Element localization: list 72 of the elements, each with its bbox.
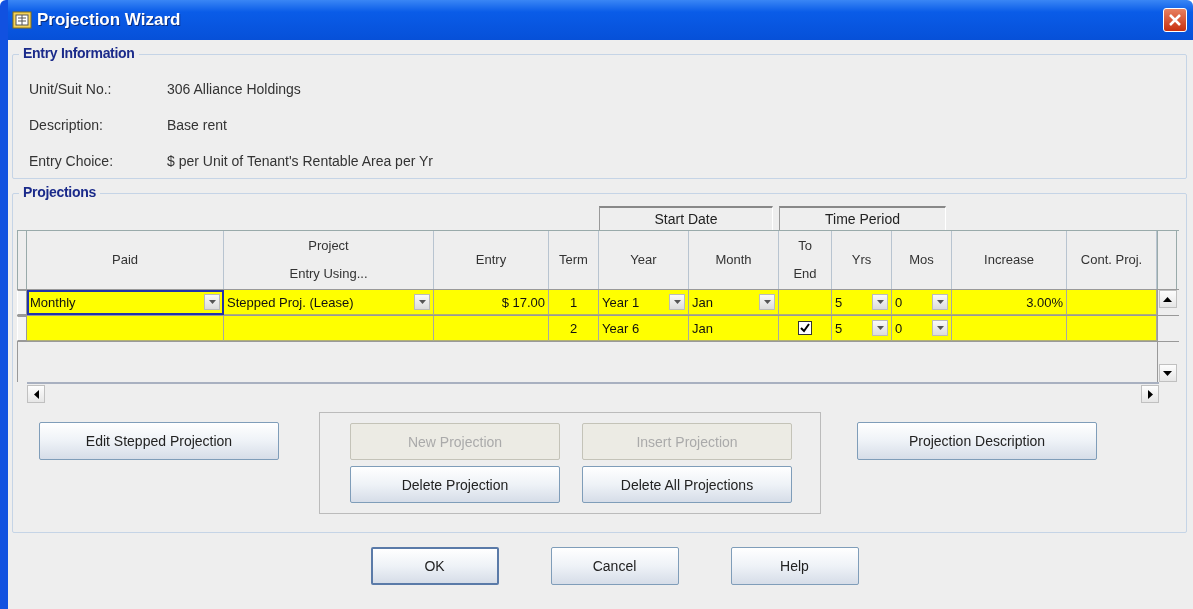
column-header[interactable]: Increase	[952, 231, 1067, 289]
app-icon	[12, 11, 32, 29]
table-cell: $ 17.00	[434, 290, 549, 315]
caret-icon[interactable]	[876, 300, 884, 304]
close-icon[interactable]	[1168, 13, 1182, 27]
dropdown-cell[interactable]: 5	[832, 316, 892, 341]
dropdown-button[interactable]	[872, 320, 888, 336]
dropdown-button[interactable]	[872, 294, 888, 310]
dropdown-cell[interactable]: Stepped Proj. (Lease)	[224, 290, 434, 315]
scroll-up-button[interactable]	[1158, 290, 1177, 308]
column-header[interactable]: Year	[599, 231, 689, 289]
column-header[interactable]: Month	[689, 231, 779, 289]
field-label: Entry Choice:	[28, 153, 115, 169]
caret-icon[interactable]	[763, 300, 771, 304]
section-title: Entry Information	[19, 45, 139, 61]
dropdown-cell[interactable]: Monthly	[27, 290, 224, 315]
action-button[interactable]: Projection Description	[857, 422, 1097, 460]
action-button[interactable]: Delete All Projections	[582, 466, 792, 503]
arrow-left-icon[interactable]	[33, 389, 39, 399]
dropdown-button[interactable]	[204, 294, 220, 310]
column-header[interactable]: Yrs	[832, 231, 892, 289]
table-cell: 3.00%	[952, 290, 1067, 315]
arrow-up-icon[interactable]	[1163, 296, 1172, 302]
section-title: Projections	[19, 184, 100, 200]
dialog-button[interactable]: OK	[370, 547, 499, 585]
field-label: Description:	[28, 117, 104, 133]
horizontal-scrollbar[interactable]	[27, 382, 1159, 404]
caret-icon[interactable]	[936, 326, 944, 330]
table-cell: 2	[549, 316, 599, 341]
scroll-left-button[interactable]	[27, 385, 45, 403]
field-value: 306 Alliance Holdings	[167, 81, 301, 97]
table-cell: Jan	[689, 316, 779, 341]
column-header[interactable]: Term	[549, 231, 599, 289]
field-value: Base rent	[167, 117, 227, 133]
dropdown-cell[interactable]: 0	[892, 290, 952, 315]
column-header[interactable]: Project Entry Using...	[224, 231, 434, 289]
column-header[interactable]: Entry	[434, 231, 549, 289]
column-header[interactable]: To End	[779, 231, 832, 289]
column-header[interactable]: Paid	[27, 231, 224, 289]
caret-icon[interactable]	[208, 300, 216, 304]
caret-icon[interactable]	[673, 300, 681, 304]
dropdown-button[interactable]	[932, 294, 948, 310]
dropdown-button[interactable]	[669, 294, 685, 310]
column-header[interactable]: Mos	[892, 231, 952, 289]
action-button[interactable]: Delete Projection	[350, 466, 560, 503]
arrow-down-icon[interactable]	[1163, 370, 1172, 376]
caret-icon[interactable]	[876, 326, 884, 330]
dropdown-cell[interactable]: 0	[892, 316, 952, 341]
row-header[interactable]	[17, 290, 27, 315]
dialog-button[interactable]: Cancel	[550, 547, 679, 585]
action-button[interactable]: Edit Stepped Projection	[39, 422, 279, 460]
close-button[interactable]	[1163, 8, 1187, 32]
table-cell: 1	[549, 290, 599, 315]
dropdown-cell[interactable]: Jan	[689, 290, 779, 315]
dropdown-button[interactable]	[414, 294, 430, 310]
dropdown-button[interactable]	[932, 320, 948, 336]
dropdown-cell[interactable]: 5	[832, 290, 892, 315]
caret-icon[interactable]	[936, 300, 944, 304]
window-title: Projection Wizard	[37, 10, 182, 30]
field-label: Unit/Suit No.:	[28, 81, 113, 97]
column-group-header: Time Period	[779, 206, 946, 230]
dropdown-cell[interactable]: Year 1	[599, 290, 689, 315]
field-value: $ per Unit of Tenant's Rentable Area per Yr	[167, 153, 433, 169]
scroll-down-button[interactable]	[1158, 364, 1177, 382]
dialog-button[interactable]: Help	[730, 547, 859, 585]
dropdown-button[interactable]	[759, 294, 775, 310]
column-group-header: Start Date	[599, 206, 773, 230]
scroll-right-button[interactable]	[1141, 385, 1159, 403]
arrow-right-icon[interactable]	[1147, 389, 1153, 399]
row-header[interactable]	[17, 316, 27, 341]
table-cell: Year 6	[599, 316, 689, 341]
caret-icon[interactable]	[418, 300, 426, 304]
